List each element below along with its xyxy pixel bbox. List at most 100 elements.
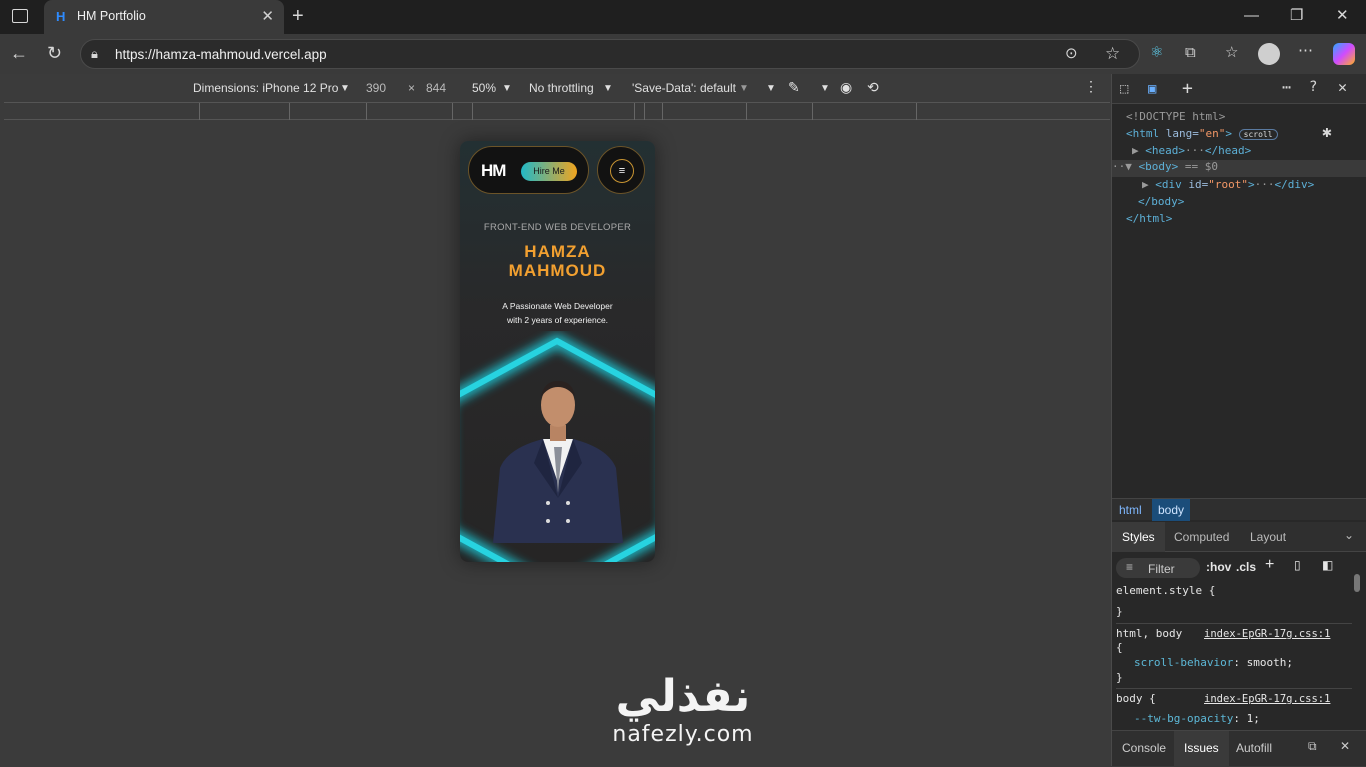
device-toolbar: Dimensions: iPhone 12 Pro ▼ 390 × 844 50…: [0, 74, 1110, 102]
browser-tab[interactable]: H HM Portfolio ✕: [44, 0, 284, 34]
site-info-icon[interactable]: 🔒︎: [91, 47, 98, 60]
paint-icon[interactable]: ▯: [1294, 558, 1301, 572]
body-node[interactable]: ··▼ <body> == $0: [1112, 160, 1366, 177]
extensions-icon[interactable]: ⧉: [1185, 45, 1196, 60]
new-tab-icon[interactable]: +: [292, 6, 304, 26]
hov-toggle[interactable]: :hov: [1206, 560, 1231, 574]
hamburger-icon[interactable]: ≡: [610, 159, 634, 183]
tab-title: HM Portfolio: [77, 9, 146, 23]
watermark: نفذلي nafezly.com: [598, 672, 768, 762]
hero-name-line1: HAMZA: [524, 242, 591, 261]
stylesheet-link[interactable]: index-EpGR-17g.css:1: [1204, 693, 1330, 705]
cls-toggle[interactable]: .cls: [1236, 560, 1256, 574]
html-node[interactable]: <html lang="en"> scroll: [1126, 127, 1278, 140]
address-bar[interactable]: 🔒︎ https://hamza-mahmoud.vercel.app ⊙ ☆: [80, 39, 1140, 69]
vision-deficiency-icon[interactable]: ◉: [840, 79, 852, 96]
header-pill: HM Hire Me: [468, 146, 589, 194]
dock-icon[interactable]: ⧉: [1308, 739, 1317, 754]
tab-console[interactable]: Console: [1122, 741, 1166, 755]
chevron-down-icon[interactable]: ▼: [502, 83, 512, 94]
close-drawer-icon[interactable]: ✕: [1340, 739, 1350, 753]
back-icon[interactable]: ←: [10, 44, 28, 62]
rotate-icon[interactable]: ⟲: [867, 79, 879, 96]
refresh-icon[interactable]: ↻: [47, 44, 62, 62]
close-devtools-icon[interactable]: ✕: [1338, 80, 1347, 95]
watermark-latin: nafezly.com: [612, 722, 754, 747]
eyedropper-icon[interactable]: ✎: [788, 79, 800, 96]
hero-subtitle: FRONT-END WEB DEVELOPER: [483, 222, 632, 233]
close-window-icon[interactable]: ✕: [1336, 8, 1349, 23]
tab-computed[interactable]: Computed: [1174, 530, 1229, 544]
hero-tagline: A Passionate Web Developer with 2 years …: [490, 299, 625, 327]
chevron-down-icon[interactable]: ⌄: [1344, 528, 1354, 542]
watermark-arabic: نفذلي: [615, 671, 751, 722]
crumb-body[interactable]: body: [1152, 499, 1191, 521]
devtools-toolbar: ⬚ ▣ + ⋯ ? ✕: [1112, 74, 1366, 104]
save-data-select[interactable]: 'Save-Data': default: [632, 81, 736, 95]
more-menu-icon[interactable]: ⋯: [1298, 43, 1313, 58]
copilot-icon[interactable]: [1333, 43, 1355, 65]
chevron-down-icon[interactable]: ▼: [739, 83, 749, 94]
root-div-node[interactable]: ▶ <div id="root">···</div>: [1142, 178, 1314, 191]
chevron-down-icon[interactable]: ▼: [603, 83, 613, 94]
add-panel-icon[interactable]: +: [1182, 80, 1193, 98]
favorite-star-icon[interactable]: ☆: [1105, 45, 1120, 62]
react-devtools-icon[interactable]: ⚛: [1150, 45, 1163, 60]
tab-layout[interactable]: Layout: [1250, 530, 1286, 544]
zoom-select[interactable]: 50%: [472, 81, 496, 95]
accessibility-icon[interactable]: ✱: [1322, 124, 1332, 140]
devtools-more-icon[interactable]: ⋯: [1282, 80, 1291, 95]
device-more-icon[interactable]: ⋮: [1084, 78, 1098, 95]
url-text[interactable]: https://hamza-mahmoud.vercel.app: [115, 47, 327, 62]
site-logo[interactable]: HM: [481, 161, 506, 181]
styles-scrollbar[interactable]: [1354, 574, 1360, 592]
device-dimensions-select[interactable]: Dimensions: iPhone 12 Pro: [193, 81, 338, 95]
hire-me-button[interactable]: Hire Me: [521, 162, 577, 181]
chevron-down-icon[interactable]: ▼: [820, 83, 830, 94]
tab-issues[interactable]: Issues: [1174, 731, 1229, 767]
minimize-icon[interactable]: —: [1244, 8, 1259, 23]
device-width-input[interactable]: 390: [366, 81, 386, 95]
filter-input[interactable]: ≡ Filter: [1116, 558, 1200, 578]
inspect-element-icon[interactable]: ⬚: [1120, 82, 1128, 96]
breadcrumb: html body: [1112, 498, 1366, 521]
profile-avatar[interactable]: [1258, 43, 1280, 65]
crumb-html[interactable]: html: [1119, 503, 1142, 517]
close-tab-icon[interactable]: ✕: [261, 7, 274, 25]
hero-name-line2: MAHMOUD: [508, 261, 607, 280]
rule-html-body-selector[interactable]: html, body: [1116, 627, 1182, 640]
reader-icon[interactable]: ⊙: [1065, 46, 1078, 61]
scroll-badge[interactable]: scroll: [1238, 129, 1278, 140]
doctype-line: <!DOCTYPE html>: [1126, 110, 1226, 123]
css-property-line[interactable]: --tw-bg-opacity: 1;: [1134, 712, 1260, 725]
restore-icon[interactable]: ❐: [1290, 8, 1303, 23]
new-rule-icon[interactable]: +: [1265, 556, 1274, 574]
chevron-down-icon[interactable]: ▼: [766, 83, 776, 94]
device-height-input[interactable]: 844: [426, 81, 446, 95]
page-viewport: Dimensions: iPhone 12 Pro ▼ 390 × 844 50…: [0, 74, 1110, 766]
chevron-down-icon[interactable]: ▼: [340, 83, 350, 94]
head-node[interactable]: ▶ <head>···</head>: [1132, 144, 1251, 157]
browser-title-bar: H HM Portfolio ✕ + — ❐ ✕: [0, 0, 1366, 34]
tagline-line1: A Passionate Web Developer: [502, 301, 613, 311]
device-toggle-icon[interactable]: ▣: [1148, 82, 1156, 96]
browser-nav-bar: ← ↻ 🔒︎ https://hamza-mahmoud.vercel.app …: [0, 34, 1366, 74]
styles-tabbar: Styles Computed Layout ⌄: [1112, 522, 1366, 552]
stylesheet-link[interactable]: index-EpGR-17g.css:1: [1204, 628, 1330, 640]
body-close: </body>: [1138, 195, 1185, 208]
tagline-line2: with 2 years of experience.: [506, 315, 609, 325]
help-icon[interactable]: ?: [1309, 80, 1317, 94]
devtools-panel: ⬚ ▣ + ⋯ ? ✕ <!DOCTYPE html> <html lang="…: [1111, 74, 1366, 767]
menu-button[interactable]: ≡: [597, 146, 645, 194]
favorites-icon[interactable]: ☆: [1225, 45, 1238, 60]
tab-favicon: H: [56, 9, 66, 24]
throttling-select[interactable]: No throttling: [529, 81, 594, 95]
rule-element-style[interactable]: element.style {: [1116, 584, 1215, 597]
rule-body-selector[interactable]: body {: [1116, 692, 1156, 705]
sidebar-toggle-icon[interactable]: [12, 9, 28, 23]
sidebar-icon[interactable]: ◧: [1322, 558, 1333, 572]
tab-styles[interactable]: Styles: [1112, 522, 1165, 552]
tab-autofill[interactable]: Autofill: [1236, 741, 1272, 755]
times-icon: ×: [408, 81, 416, 95]
css-property-line[interactable]: scroll-behavior: smooth;: [1134, 656, 1293, 669]
